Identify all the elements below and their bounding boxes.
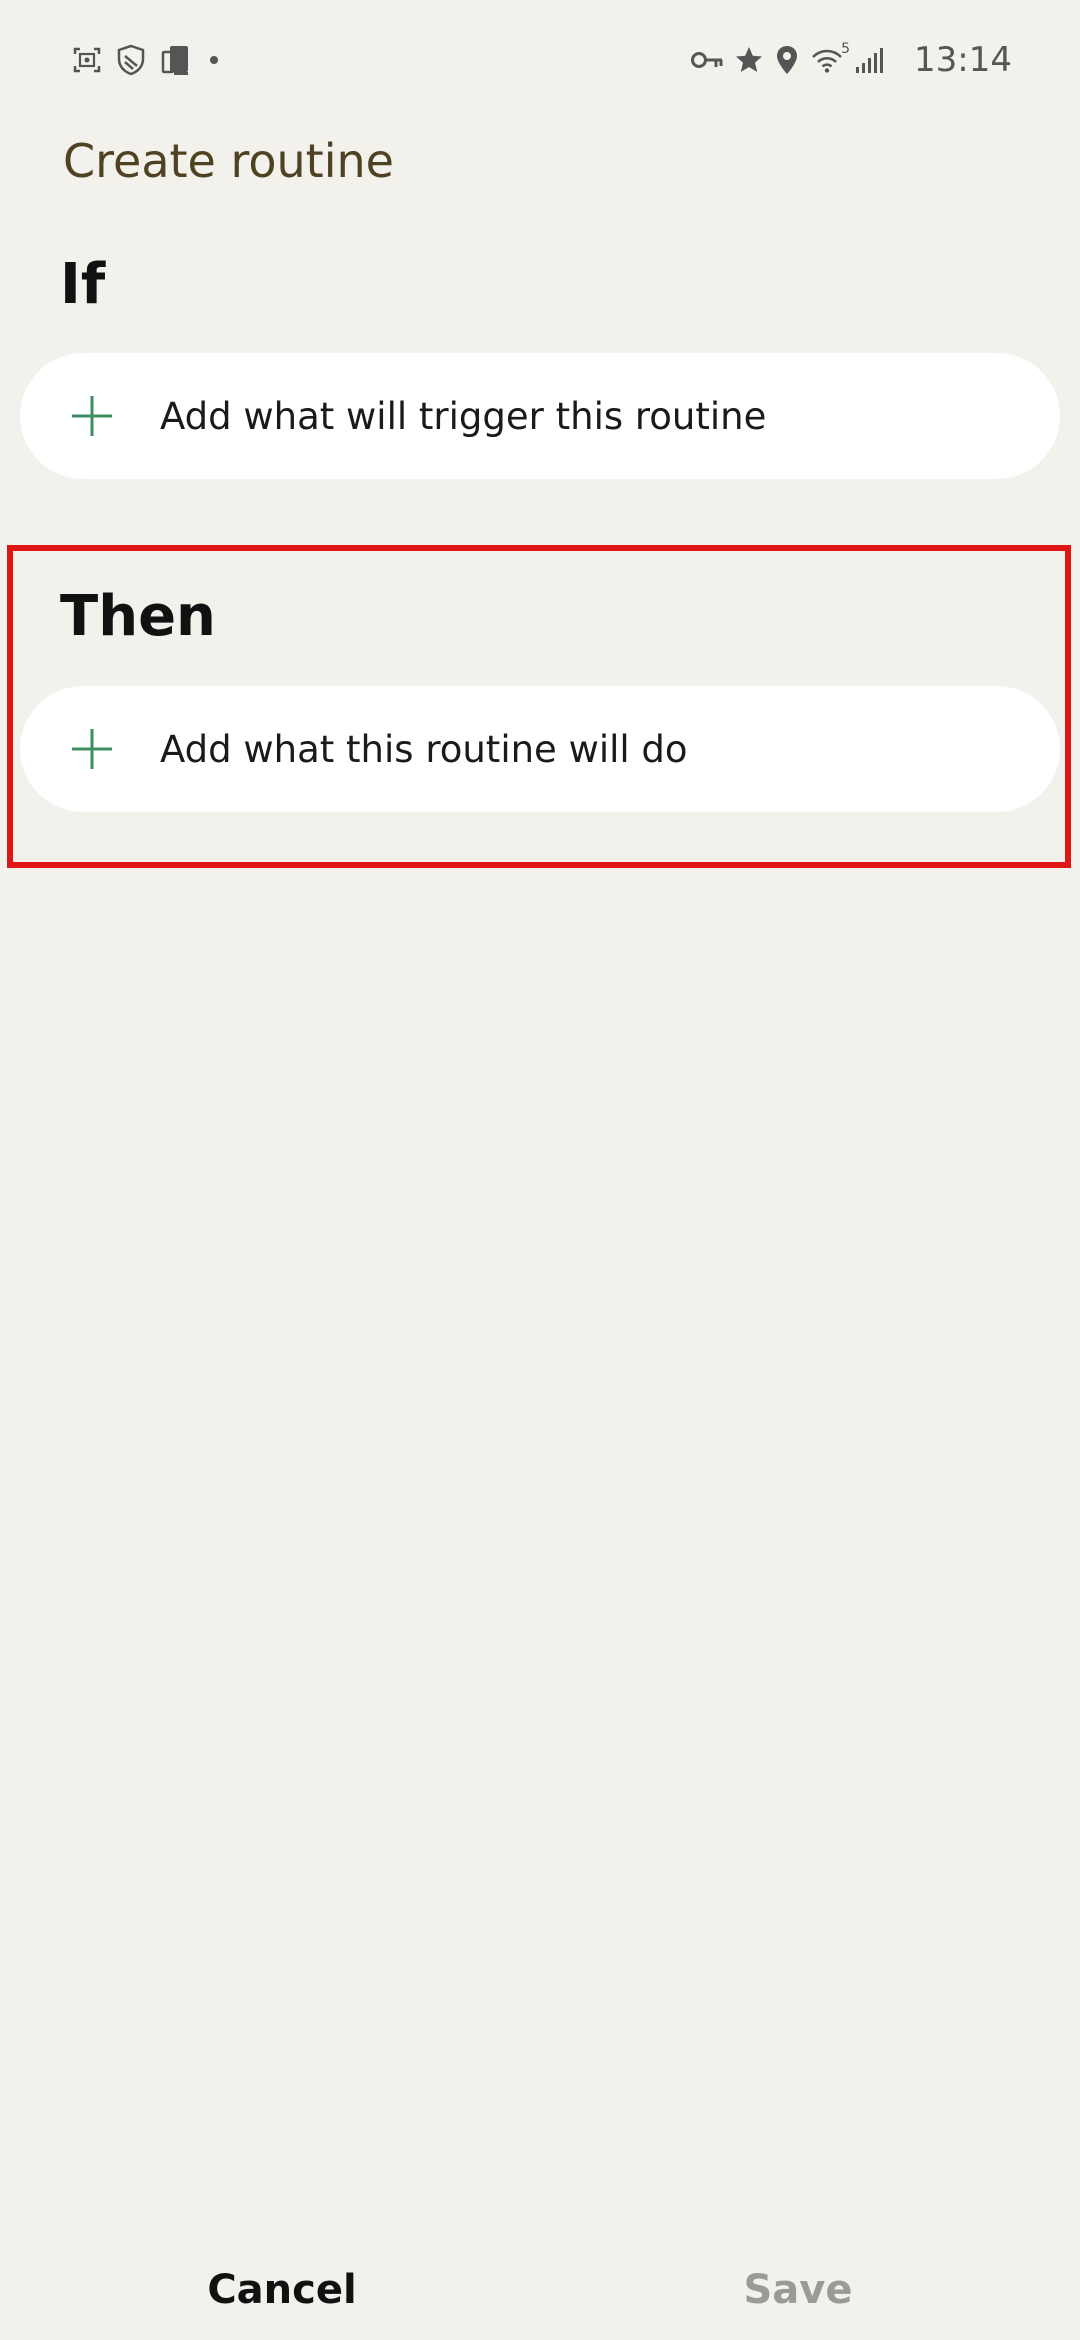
add-trigger-button[interactable]: Add what will trigger this routine [20,353,1060,479]
location-icon [774,44,800,76]
signal-icon [854,45,884,75]
plus-icon [68,725,116,773]
then-heading: Then [60,584,216,649]
if-heading: If [60,252,106,317]
status-left-icons [72,40,234,80]
add-action-button[interactable]: Add what this routine will do [20,686,1060,812]
wifi-icon: 5 [810,41,850,75]
device-icon [160,44,194,76]
status-bar: 5 13:14 [0,0,1080,120]
star-icon [734,45,764,75]
add-action-label: Add what this routine will do [160,727,688,771]
key-icon [690,47,724,73]
wifi-label: 5 [841,41,851,57]
status-right-icons: 5 13:14 [690,36,1012,84]
screenshot-icon [72,45,102,75]
save-button[interactable]: Save [528,2240,1068,2340]
bottom-bar: Cancel Save [0,2240,1080,2340]
shield-icon [116,44,146,76]
status-time: 13:14 [914,40,1012,80]
dot-icon [208,54,220,66]
plus-icon [68,392,116,440]
cancel-button[interactable]: Cancel [12,2240,552,2340]
page-title: Create routine [63,134,394,188]
add-trigger-label: Add what will trigger this routine [160,394,767,438]
create-routine-screen: 5 13:14 Create routine If Add what will [0,0,1080,2340]
